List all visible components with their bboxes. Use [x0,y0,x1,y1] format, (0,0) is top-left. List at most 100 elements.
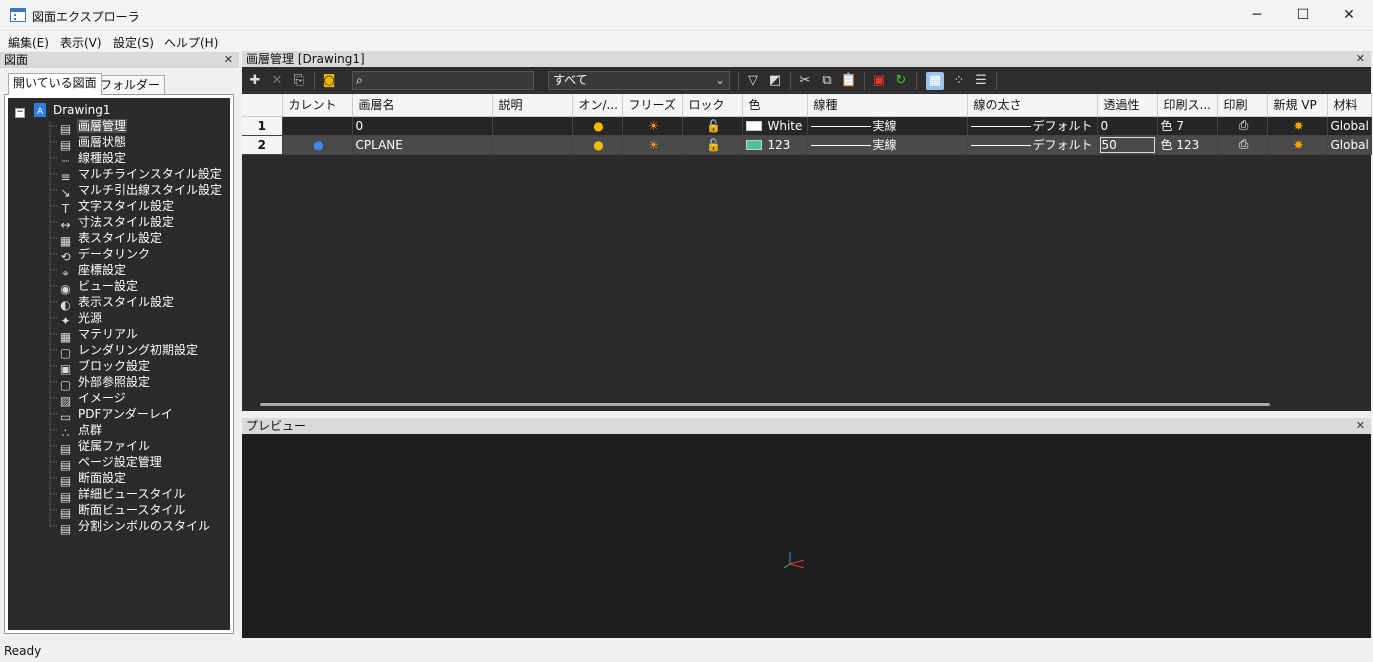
tree-item[interactable]: ▤ 画層管理 [58,118,128,136]
tree-item[interactable]: ▦ マテリアル [58,326,139,344]
paste-icon[interactable]: 📋 [840,72,858,90]
current-indicator[interactable] [282,116,353,136]
layer-description[interactable] [492,135,573,155]
tree-item[interactable]: T 文字スタイル設定 [58,198,175,216]
unlock-icon[interactable]: 🔓 [682,135,743,155]
panel-close-icon[interactable]: ✕ [224,52,233,68]
tree-item[interactable]: ↔ 寸法スタイル設定 [58,214,175,232]
col-name[interactable]: 画層名 [352,94,493,117]
tree-item[interactable]: ✦ 光源 [58,310,103,328]
tree-item[interactable]: ▤ 従属ファイル [58,438,151,456]
refresh-icon[interactable]: ↻ [892,72,910,90]
layer-color[interactable]: 123 [742,135,808,155]
lightbulb-icon[interactable]: ● [572,135,623,155]
tree-item[interactable]: ▢ レンダリング初期設定 [58,342,199,360]
layer-plot-style[interactable]: 色 7 [1157,116,1218,136]
tree-item[interactable]: ▨ イメージ [58,390,127,408]
layer-linetype[interactable]: 実線 [807,116,968,136]
col-material[interactable]: 材料 [1327,94,1372,117]
filter-icon[interactable]: ▽ [744,72,762,90]
menu-edit[interactable]: 編集(E) [8,34,49,51]
col-transparency[interactable]: 透過性 [1097,94,1158,117]
tree-root[interactable]: − A Drawing1 [15,102,112,118]
panel-close-icon[interactable]: ✕ [1356,418,1365,434]
layer-color[interactable]: White [742,116,808,136]
col-description[interactable]: 説明 [492,94,573,117]
current-indicator[interactable]: ● [282,135,353,155]
col-new-vp[interactable]: 新規 VP [1267,94,1328,117]
horizontal-scrollbar[interactable] [260,403,1270,406]
sun-icon[interactable]: ☀ [622,116,683,136]
layer-linetype[interactable]: 実線 [807,135,968,155]
list-view-icon[interactable]: ☰ [972,72,990,90]
unlock-icon[interactable]: 🔓 [682,116,743,136]
layer-material[interactable]: Global [1327,135,1372,155]
col-current[interactable]: カレント [282,94,353,117]
tree-item[interactable]: ↘ マルチ引出線スタイル設定 [58,182,223,200]
layer-material[interactable]: Global [1327,116,1372,136]
col-color[interactable]: 色 [742,94,808,117]
new-vp-icon[interactable]: ✸ [1267,135,1328,155]
tree-item[interactable]: ▤ 断面ビュースタイル [58,502,186,520]
tile-view-icon[interactable]: ⁘ [950,72,968,90]
search-input[interactable]: ⌕ [352,71,534,90]
tree-item[interactable]: ▤ 分割シンボルのスタイル [58,518,211,536]
col-on-off[interactable]: オン/... [572,94,623,117]
printer-icon[interactable]: ⎙ [1217,135,1268,155]
layer-plot-style[interactable]: 色 123 [1157,135,1218,155]
col-freeze[interactable]: フリーズ [622,94,683,117]
layer-description[interactable] [492,116,573,136]
tab-folders[interactable]: フォルダー [95,75,166,95]
menu-view[interactable]: 表示(V) [60,34,102,51]
sun-icon[interactable]: ☀ [622,135,683,155]
layer-lineweight[interactable]: デフォルト [967,135,1098,155]
layer-transparency[interactable]: 0 [1097,116,1158,136]
col-linetype[interactable]: 線種 [807,94,968,117]
tree-item[interactable]: ▤ ページ設定管理 [58,454,163,472]
delete-layer-icon[interactable]: ✕ [268,72,286,90]
tree-item[interactable]: ▤ 詳細ビュースタイル [58,486,186,504]
row-number[interactable]: 2 [242,135,283,155]
tree-item[interactable]: ▣ ブロック設定 [58,358,151,376]
layer-state-icon[interactable]: ◙ [320,72,338,90]
layer-lineweight[interactable]: デフォルト [967,116,1098,136]
tree-item[interactable]: ⟲ データリンク [58,246,151,264]
transparency-editor[interactable]: 50 [1099,136,1155,153]
tree-item[interactable]: ◉ ビュー設定 [58,278,139,296]
layer-row[interactable]: 1 0 ● ☀ 🔓 White 実線 デフォルト 0 色 7 ⎙ ✸ Globa… [242,116,1372,136]
tree-item[interactable]: ▤ 断面設定 [58,470,127,488]
tree-item[interactable]: ┈ 線種設定 [58,150,127,168]
col-lock[interactable]: ロック [682,94,743,117]
tree-item[interactable]: ▢ 外部参照設定 [58,374,151,392]
printer-icon[interactable]: ⎙ [1217,116,1268,136]
layer-name[interactable]: CPLANE [352,135,493,155]
lightbulb-icon[interactable]: ● [572,116,623,136]
panel-close-icon[interactable]: ✕ [1356,51,1365,67]
tree-item[interactable]: ▦ 表スタイル設定 [58,230,163,248]
tree-item[interactable]: ⌖ 座標設定 [58,262,127,280]
tree-item[interactable]: ◐ 表示スタイル設定 [58,294,175,312]
menu-settings[interactable]: 設定(S) [113,34,154,51]
cut-icon[interactable]: ✂ [796,72,814,90]
col-lineweight[interactable]: 線の太さ [967,94,1098,117]
col-plot-style[interactable]: 印刷ス... [1157,94,1218,117]
tree-item[interactable]: ≡ マルチラインスタイル設定 [58,166,223,184]
tree-item[interactable]: ▭ PDFアンダーレイ [58,406,174,424]
tab-open-drawings[interactable]: 開いている図面 [8,73,102,95]
layer-transparency[interactable]: 50 [1097,135,1158,155]
new-layer-icon[interactable]: ✚ [246,72,264,90]
minimize-button[interactable]: ─ [1234,0,1280,31]
maximize-button[interactable]: ☐ [1280,0,1326,31]
export-icon[interactable]: ▣ [870,72,888,90]
collapse-icon[interactable]: − [15,108,25,118]
close-button[interactable]: ✕ [1326,0,1372,31]
grid-view-icon[interactable]: ▦ [926,72,944,90]
col-plot[interactable]: 印刷 [1217,94,1268,117]
menu-help[interactable]: ヘルプ(H) [164,34,218,51]
copy-icon[interactable]: ⧉ [818,72,836,90]
tree-item[interactable]: ∴ 点群 [58,422,103,440]
invert-filter-icon[interactable]: ◩ [766,72,784,90]
tree-item[interactable]: ▤ 画層状態 [58,134,127,152]
set-current-icon[interactable]: ⎘ [290,72,308,90]
layer-row[interactable]: 2 ● CPLANE ● ☀ 🔓 123 実線 デフォルト 50 色 123 ⎙… [242,135,1372,155]
